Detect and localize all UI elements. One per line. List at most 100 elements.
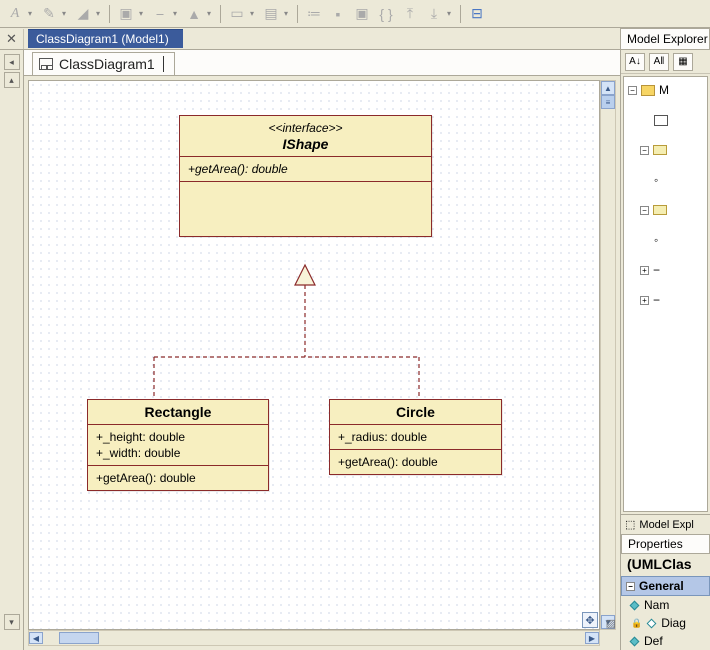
tree-item[interactable]: ◦ xyxy=(654,231,705,249)
horizontal-scrollbar[interactable]: ◀ ▶ xyxy=(28,630,600,646)
property-icon xyxy=(630,600,640,610)
ref-button[interactable]: ⤓ xyxy=(423,3,445,25)
font-button[interactable]: A xyxy=(4,3,26,25)
dropdown-icon[interactable]: ▾ xyxy=(173,9,181,18)
tree-item[interactable]: + − xyxy=(640,261,705,279)
category-label: General xyxy=(639,579,684,593)
dropdown-icon[interactable]: ▾ xyxy=(96,9,104,18)
dropdown-icon[interactable]: ▾ xyxy=(207,9,215,18)
diagram-icon xyxy=(654,115,668,126)
dropdown-icon[interactable]: ▾ xyxy=(250,9,258,18)
diagram-tab-label: ClassDiagram1 xyxy=(59,56,155,72)
property-label: Nam xyxy=(644,598,669,612)
scroll-left-button[interactable]: ◀ xyxy=(29,632,43,644)
model-tree[interactable]: − M − ◦ − ◦ + − xyxy=(623,76,708,512)
close-tab-button[interactable]: ✕ xyxy=(0,29,24,49)
scroll-mode-button[interactable]: ≡ xyxy=(601,95,615,109)
pan-button[interactable]: ✥ xyxy=(582,612,598,628)
tree-item[interactable] xyxy=(654,111,705,129)
collapse-icon[interactable]: − xyxy=(640,206,649,215)
line-button[interactable]: ⎯ xyxy=(149,3,171,25)
diagram-tab-row: ClassDiagram1 xyxy=(24,50,620,76)
scroll-up-button[interactable]: ▴ xyxy=(4,72,20,88)
model-explorer-tab[interactable]: ⬚ Model Expl xyxy=(621,514,710,534)
collapse-icon[interactable]: − xyxy=(626,582,635,591)
operation: +getArea(): double xyxy=(330,450,501,474)
scroll-down-button[interactable]: ▾ xyxy=(4,614,20,630)
resize-grip-icon[interactable]: ▨ xyxy=(606,617,616,630)
tree-item[interactable]: − xyxy=(640,141,705,159)
collapse-left-button[interactable]: ◂ xyxy=(4,54,20,70)
property-label: Diag xyxy=(661,616,686,630)
scroll-right-button[interactable]: ▶ xyxy=(585,632,599,644)
list-button[interactable]: ≔ xyxy=(303,3,325,25)
tab-strip: ✕ ClassDiagram1 (Model1) xyxy=(0,28,710,50)
diagram-canvas[interactable]: <<interface>> IShape +getArea(): double … xyxy=(28,80,600,630)
dropdown-icon[interactable]: ▾ xyxy=(28,9,36,18)
dropdown-icon[interactable]: ▾ xyxy=(139,9,147,18)
separator xyxy=(297,5,298,23)
braces-button[interactable]: { } xyxy=(375,3,397,25)
hierarchy-button[interactable]: ⊟ xyxy=(466,3,488,25)
filter-button[interactable]: ▦ xyxy=(673,53,693,71)
dropdown-icon[interactable]: ▾ xyxy=(447,9,455,18)
stereotype-label: <<interface>> xyxy=(188,120,423,136)
tree-item[interactable]: − xyxy=(640,201,705,219)
left-gutter: ◂ ▴ ▾ xyxy=(0,50,24,650)
property-row[interactable]: Nam xyxy=(621,596,710,614)
class-name: IShape xyxy=(188,136,423,152)
ishape-interface[interactable]: <<interface>> IShape +getArea(): double xyxy=(179,115,432,237)
lock-icon: 🔒 xyxy=(631,618,642,629)
dropdown-icon[interactable]: ▾ xyxy=(284,9,292,18)
editor-column: ClassDiagram1 <<interface>> IShape +getA… xyxy=(24,50,620,650)
diagram-tab[interactable]: ClassDiagram1 xyxy=(32,52,175,75)
scroll-thumb[interactable] xyxy=(59,632,99,644)
class-diagram-icon xyxy=(39,58,53,70)
sort-desc-button[interactable]: A‖ xyxy=(649,53,669,71)
property-row[interactable]: Def xyxy=(621,632,710,650)
separator xyxy=(109,5,110,23)
separator xyxy=(220,5,221,23)
realization-arrowhead-icon xyxy=(295,265,315,285)
property-icon xyxy=(647,618,657,628)
tree-root[interactable]: − M xyxy=(628,81,705,99)
sort-asc-button[interactable]: A↓ xyxy=(625,53,645,71)
tab-label: Model Expl xyxy=(639,519,693,531)
attributes: +_height: double +_width: double xyxy=(88,425,268,466)
vertical-scrollbar[interactable]: ▲ ≡ ▼ xyxy=(600,80,616,630)
class-icon xyxy=(653,205,667,215)
paint-button[interactable]: ▲ xyxy=(183,3,205,25)
properties-header: Properties xyxy=(621,534,710,554)
folder-icon xyxy=(641,85,655,96)
classifier-header: Circle xyxy=(330,400,501,425)
scroll-up-button[interactable]: ▲ xyxy=(601,81,615,95)
property-category[interactable]: − General xyxy=(621,576,710,596)
dropdown-icon[interactable]: ▾ xyxy=(62,9,70,18)
tree-item[interactable]: ◦ xyxy=(654,171,705,189)
circle-class[interactable]: Circle +_radius: double +getArea(): doub… xyxy=(329,399,502,475)
active-tab[interactable]: ClassDiagram1 (Model1) xyxy=(28,29,183,48)
tree-item[interactable]: + − xyxy=(640,291,705,309)
brush-button[interactable]: ✎ xyxy=(38,3,60,25)
right-panel: A↓ A‖ ▦ − M − ◦ − xyxy=(620,50,710,650)
attribute: +_height: double xyxy=(96,429,260,445)
fill-button[interactable]: ◢ xyxy=(72,3,94,25)
class-name: Rectangle xyxy=(96,404,260,420)
up-button[interactable]: ⤒ xyxy=(399,3,421,25)
cursor-icon xyxy=(163,56,164,72)
property-icon xyxy=(630,636,640,646)
property-row[interactable]: 🔒 Diag xyxy=(621,614,710,632)
group-button[interactable]: ▣ xyxy=(351,3,373,25)
expand-icon[interactable]: + xyxy=(640,266,649,275)
attribute: +_radius: double xyxy=(330,425,501,450)
align-button[interactable]: ▣ xyxy=(115,3,137,25)
layer-button[interactable]: ▤ xyxy=(260,3,282,25)
expand-icon[interactable]: + xyxy=(640,296,649,305)
annot-button[interactable]: ▭ xyxy=(226,3,248,25)
collapse-icon[interactable]: − xyxy=(628,86,637,95)
archive-button[interactable]: ▪ xyxy=(327,3,349,25)
operation: +getArea(): double xyxy=(180,157,431,182)
rectangle-class[interactable]: Rectangle +_height: double +_width: doub… xyxy=(87,399,269,491)
collapse-icon[interactable]: − xyxy=(640,146,649,155)
operation: +getArea(): double xyxy=(88,466,268,490)
